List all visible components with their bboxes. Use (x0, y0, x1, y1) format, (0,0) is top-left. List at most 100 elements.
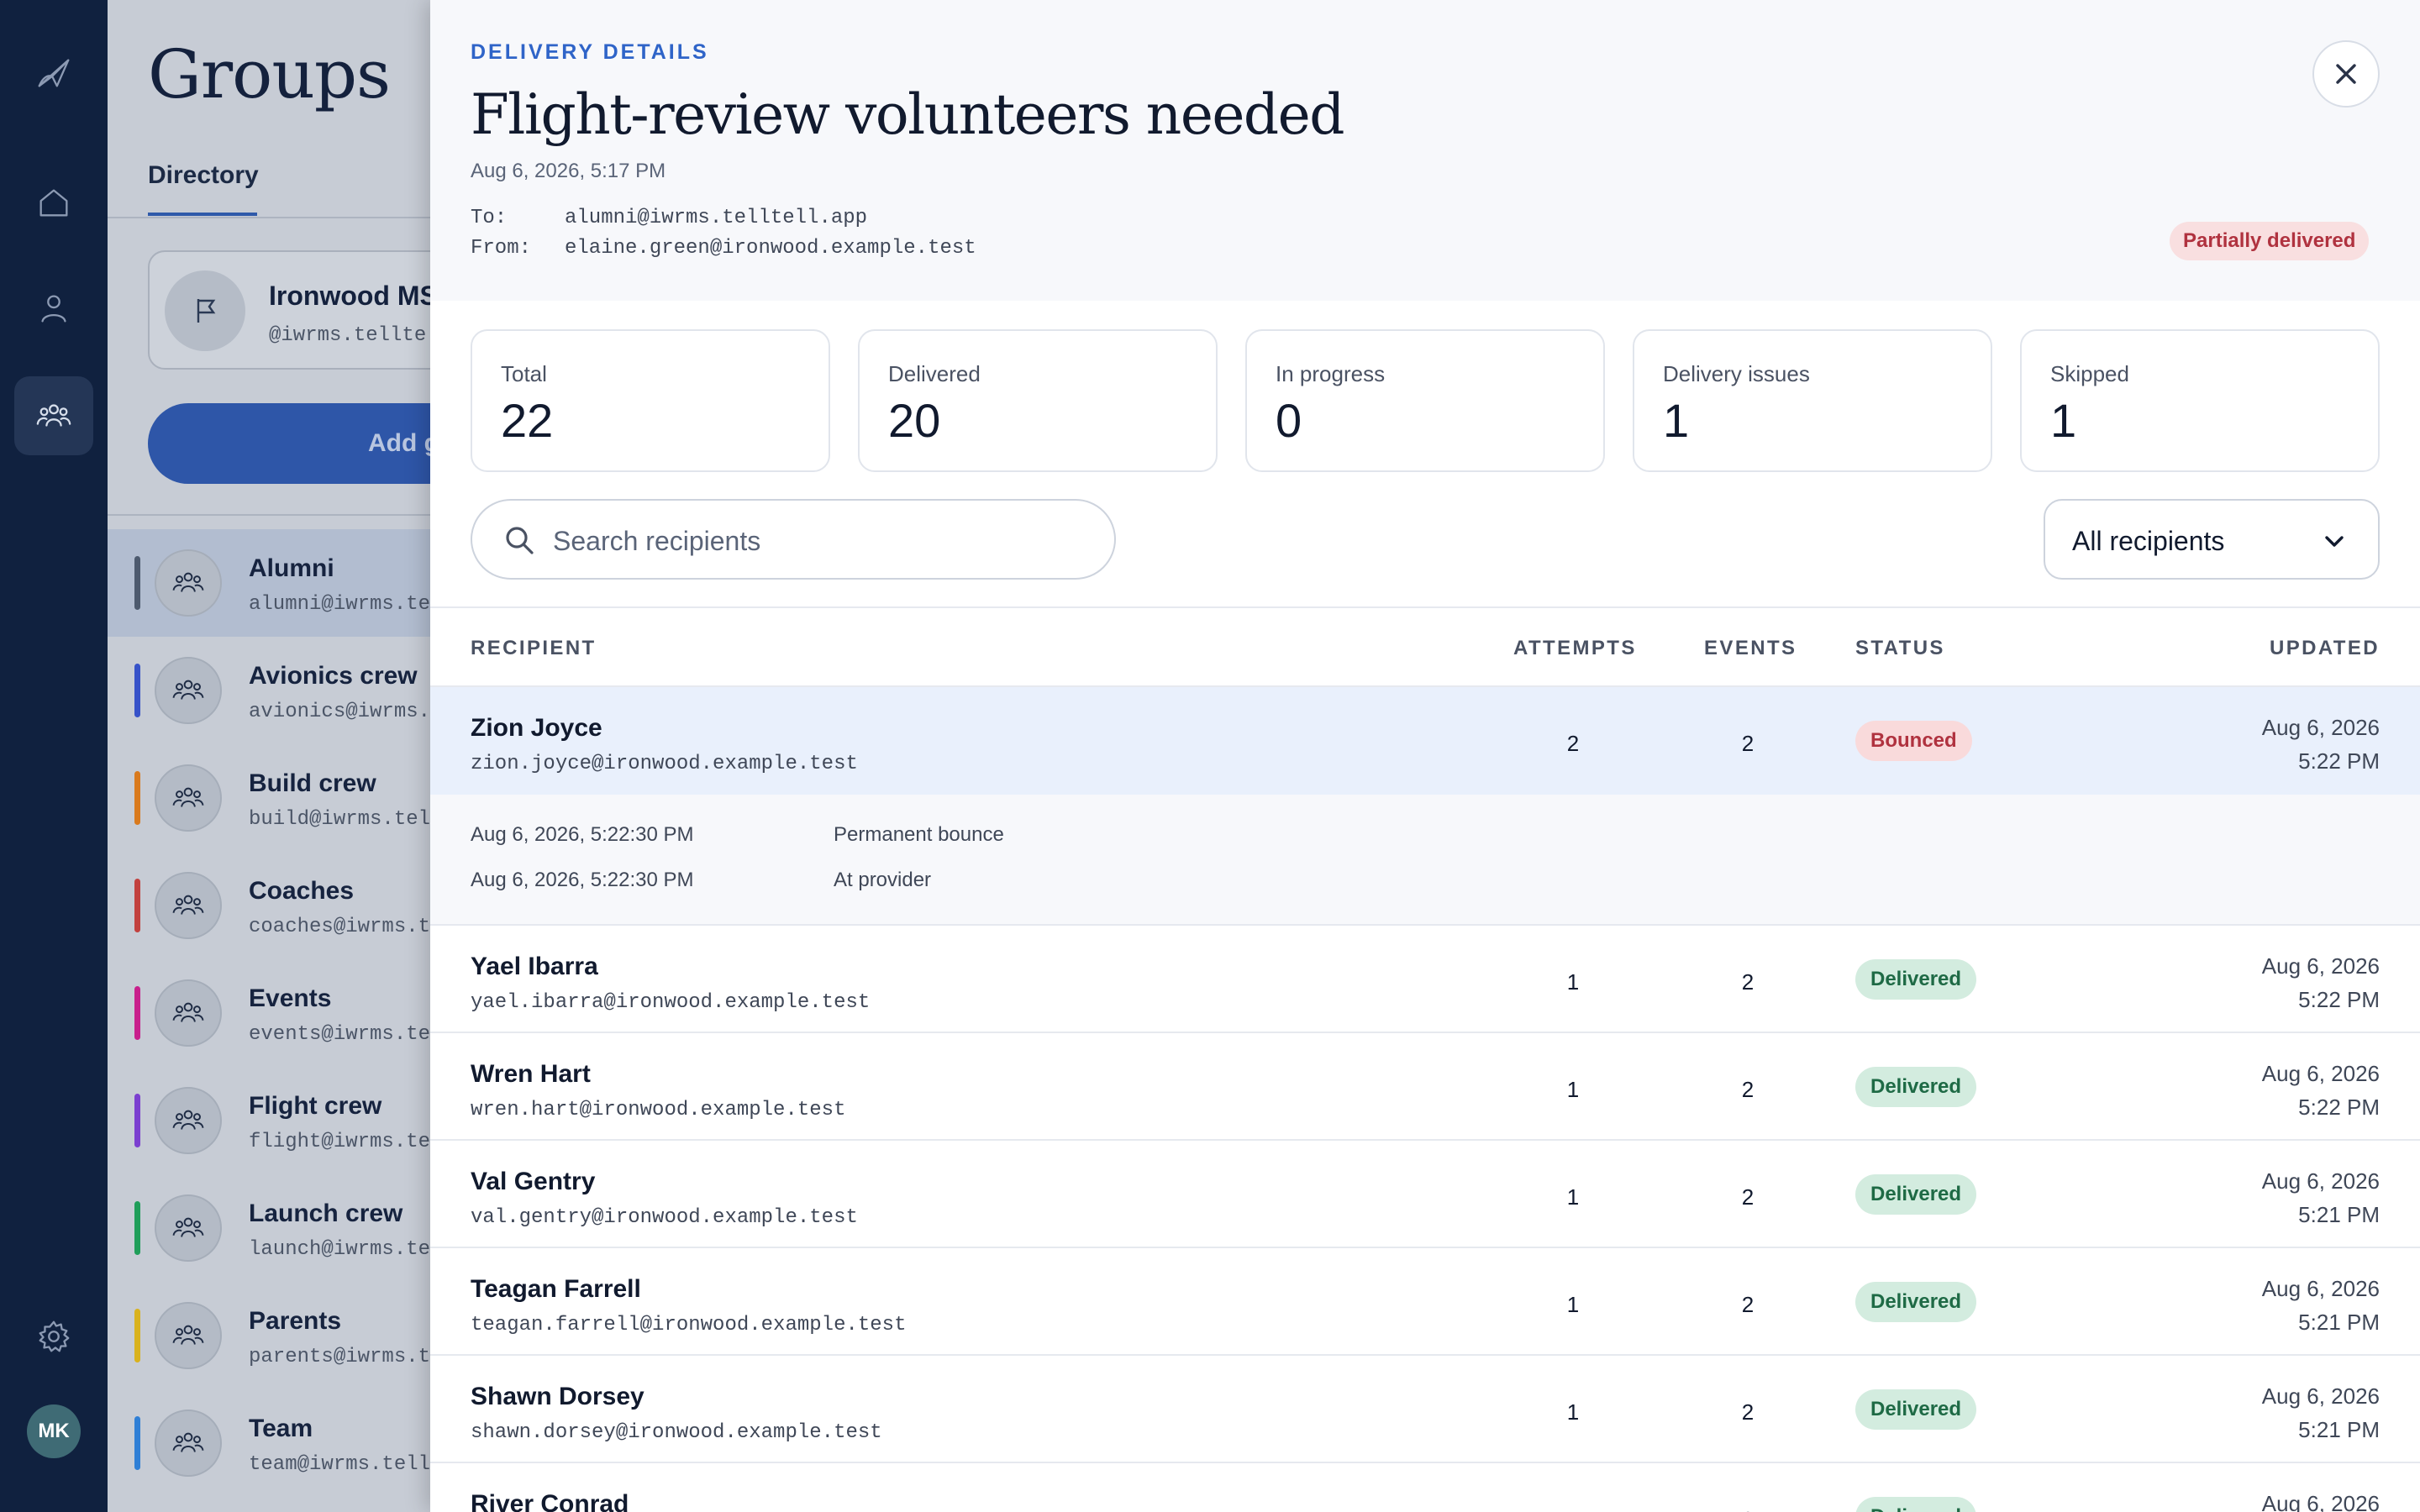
group-color-bar (134, 664, 140, 717)
group-email: alumni@iwrms.te (249, 593, 431, 616)
filter-selected-value: All recipients (2072, 526, 2225, 556)
event-description: At provider (834, 869, 932, 891)
drawer-eyebrow: DELIVERY DETAILS (471, 40, 709, 64)
search-input[interactable] (553, 517, 1091, 564)
group-color-bar (134, 1309, 140, 1362)
group-name: Launch crew (249, 1200, 403, 1227)
column-status[interactable]: STATUS (1855, 637, 1945, 660)
recipient-filter-select[interactable]: All recipients (2044, 499, 2380, 580)
group-color-bar (134, 1201, 140, 1255)
table-row[interactable]: Val Gentry val.gentry@ironwood.example.te… (430, 1141, 2420, 1248)
status-badge: Delivered (1855, 1497, 1977, 1512)
status-badge: Partially delivered (2170, 222, 2370, 260)
attempts-count: 2 (1566, 731, 1580, 756)
column-updated[interactable]: UPDATED (2270, 637, 2380, 660)
table-row[interactable]: River Conrad 1 2 Delivered Aug 6, 2026 (430, 1463, 2420, 1512)
events-count: 2 (1741, 1399, 1754, 1425)
group-color-bar (134, 556, 140, 610)
attempts-count: 1 (1548, 1507, 1598, 1512)
recipient-email: wren.hart@ironwood.example.test (471, 1099, 846, 1121)
from-row: From: elaine.green@ironwood.example.test (471, 237, 976, 260)
stat-value: 0 (1276, 394, 1302, 447)
group-email: team@iwrms.tell (249, 1453, 431, 1476)
table-row[interactable]: Wren Hart wren.hart@ironwood.example.test… (430, 1033, 2420, 1141)
group-email: events@iwrms.te (249, 1023, 431, 1046)
tab-directory[interactable]: Directory (148, 161, 259, 190)
user-avatar[interactable]: MK (27, 1404, 81, 1458)
recipient-name: Yael Ibarra (471, 953, 598, 980)
stat-card: In progress 0 (1245, 329, 1605, 472)
groups-icon (155, 979, 222, 1047)
updated-date: Aug 6, 2026 (2261, 1061, 2380, 1086)
event-time: Aug 6, 2026, 5:22:30 PM (471, 869, 694, 891)
column-recipient[interactable]: RECIPIENT (471, 637, 597, 660)
group-color-bar (134, 879, 140, 932)
flag-icon (165, 270, 245, 351)
stat-card: Delivered 20 (858, 329, 1218, 472)
stat-card: Total 22 (471, 329, 830, 472)
group-name: Flight crew (249, 1092, 382, 1120)
groups-icon[interactable] (14, 376, 93, 455)
events-count: 2 (1741, 731, 1754, 756)
person-icon[interactable] (14, 269, 93, 348)
groups-icon (155, 872, 222, 939)
group-name: Coaches (249, 877, 355, 905)
event-time: Aug 6, 2026, 5:22:30 PM (471, 823, 694, 846)
updated-timestamp: Aug 6, 2026 5:22 PM (2262, 711, 2380, 778)
updated-time: 5:21 PM (2298, 1310, 2380, 1335)
recipient-email: val.gentry@ironwood.example.test (471, 1206, 858, 1229)
table-row[interactable]: Yael Ibarra yael.ibarra@ironwood.example.… (430, 926, 2420, 1033)
to-row: To: alumni@iwrms.telltell.app (471, 207, 867, 229)
active-tab-indicator (148, 213, 257, 216)
recipient-name: River Conrad (471, 1490, 629, 1512)
status-badge: Delivered (1855, 1067, 1977, 1107)
group-name: Events (249, 984, 332, 1012)
group-email: flight@iwrms.te (249, 1131, 431, 1153)
attempts-count: 1 (1566, 1184, 1580, 1210)
updated-date: Aug 6, 2026 (2261, 1383, 2380, 1409)
recipient-name: Wren Hart (471, 1060, 591, 1088)
close-button[interactable] (2312, 40, 2380, 108)
recipient-name: Val Gentry (471, 1168, 596, 1195)
status-badge: Delivered (1855, 1282, 1977, 1322)
recipient-email: yael.ibarra@ironwood.example.test (471, 991, 871, 1014)
recipient-name: Teagan Farrell (471, 1275, 641, 1303)
expanded-event-log: Aug 6, 2026, 5:22:30 PM Permanent bounce… (430, 795, 2420, 926)
to-label: To: (471, 207, 508, 229)
from-address: elaine.green@ironwood.example.test (565, 237, 976, 260)
groups-icon (155, 1087, 222, 1154)
table-row[interactable]: Zion Joyce zion.joyce@ironwood.example.te… (430, 687, 2420, 795)
group-name: Team (249, 1415, 313, 1442)
delivery-details-drawer: DELIVERY DETAILS Flight-review volunteer… (430, 0, 2420, 1512)
home-icon[interactable] (14, 163, 93, 242)
search-field[interactable] (471, 499, 1116, 580)
groups-icon (155, 1410, 222, 1477)
updated-timestamp: Aug 6, 2026 5:22 PM (2262, 1057, 2380, 1124)
column-events[interactable]: EVENTS (1704, 637, 1797, 660)
message-title: Flight-review volunteers needed (471, 82, 1345, 147)
group-email: launch@iwrms.te (249, 1238, 431, 1261)
recipient-email: zion.joyce@ironwood.example.test (471, 753, 858, 775)
stat-value: 20 (888, 394, 941, 447)
group-email: build@iwrms.tel (249, 808, 431, 831)
plane-logo-icon[interactable] (14, 34, 93, 113)
gear-icon[interactable] (14, 1297, 93, 1376)
table-row[interactable]: Shawn Dorsey shawn.dorsey@ironwood.exampl… (430, 1356, 2420, 1463)
search-icon (506, 527, 534, 554)
group-name: Alumni (249, 554, 334, 582)
group-color-bar (134, 1416, 140, 1470)
drawer-header: DELIVERY DETAILS Flight-review volunteer… (430, 0, 2420, 301)
attempts-count: 1 (1566, 969, 1580, 995)
status-badge: Delivered (1855, 959, 1977, 1000)
groups-icon (155, 764, 222, 832)
stat-card: Delivery issues 1 (1633, 329, 1992, 472)
close-icon (2336, 64, 2356, 84)
events-count: 2 (1741, 969, 1754, 995)
table-row[interactable]: Teagan Farrell teagan.farrell@ironwood.ex… (430, 1248, 2420, 1356)
group-email: avionics@iwrms. (249, 701, 431, 723)
attempts-count: 1 (1566, 1292, 1580, 1317)
column-attempts[interactable]: ATTEMPTS (1513, 637, 1637, 660)
updated-time: 5:22 PM (2298, 1095, 2380, 1120)
updated-date: Aug 6, 2026 (2261, 715, 2380, 740)
app-rail: MK (0, 0, 108, 1512)
